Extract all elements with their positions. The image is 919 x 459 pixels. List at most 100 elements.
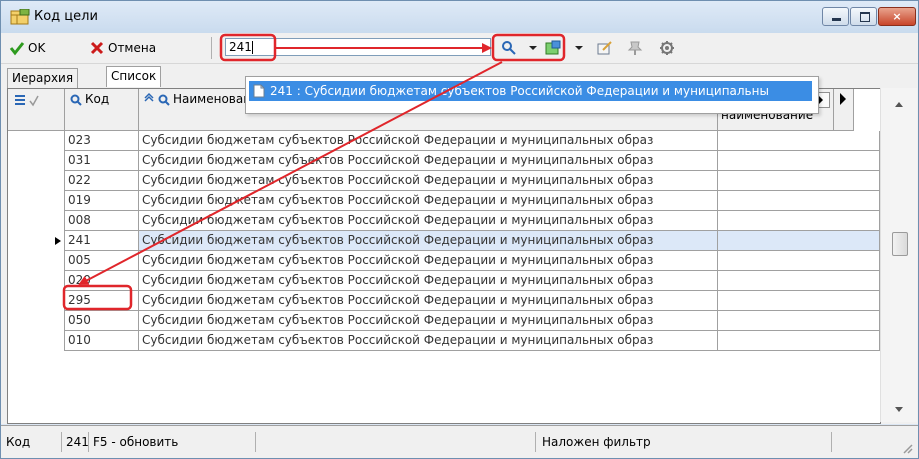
cell-code[interactable]: 022 (65, 171, 139, 191)
cell-name[interactable]: Субсидии бюджетам субъектов Российской Ф… (139, 311, 718, 331)
gear-icon[interactable] (659, 40, 675, 56)
cell-code[interactable]: 050 (65, 311, 139, 331)
column-scroll-right[interactable] (834, 89, 854, 131)
cell-short-name[interactable] (718, 311, 880, 331)
table-row[interactable]: 023 Субсидии бюджетам субъектов Российско… (8, 131, 880, 151)
status-hint: F5 - обновить (93, 435, 179, 449)
scroll-down-icon[interactable] (894, 406, 904, 414)
cancel-button[interactable]: Отмена (89, 38, 156, 58)
pin-icon[interactable] (627, 40, 643, 56)
arrow-right-icon (840, 93, 846, 105)
close-icon: × (892, 10, 902, 23)
cancel-label: Отмена (108, 41, 157, 55)
tab-list[interactable]: Список (106, 66, 162, 87)
row-indicator[interactable] (8, 331, 65, 351)
column-header-code[interactable]: Код (65, 89, 139, 131)
cell-name[interactable]: Субсидии бюджетам субъектов Российской Ф… (139, 331, 718, 351)
cell-name[interactable]: Субсидии бюджетам субъектов Российской Ф… (139, 231, 718, 251)
table-row[interactable]: 008 Субсидии бюджетам субъектов Российско… (8, 211, 880, 231)
cell-code[interactable]: 020 (65, 271, 139, 291)
grid-area: Код Наименование Краткое наименование 02… (1, 88, 918, 424)
ok-label: OK (28, 41, 46, 55)
cell-short-name[interactable] (718, 331, 880, 351)
chevron-down-icon[interactable] (527, 40, 539, 56)
status-field: Код (6, 435, 31, 449)
cell-code[interactable]: 031 (65, 151, 139, 171)
cell-short-name[interactable] (718, 231, 880, 251)
search-suggestions-dropdown: 241 : Субсидии бюджетам субъектов Россий… (245, 76, 819, 114)
row-indicator[interactable] (8, 311, 65, 331)
cell-name[interactable]: Субсидии бюджетам субъектов Российской Ф… (139, 131, 718, 151)
cell-short-name[interactable] (718, 151, 880, 171)
cell-name[interactable]: Субсидии бюджетам субъектов Российской Ф… (139, 151, 718, 171)
table-row[interactable]: 022 Субсидии бюджетам субъектов Российско… (8, 171, 880, 191)
vertical-scrollbar[interactable] (880, 88, 917, 422)
maximize-icon (860, 12, 870, 22)
cell-code[interactable]: 295 (65, 291, 139, 311)
row-indicator[interactable] (8, 131, 65, 151)
cell-short-name[interactable] (718, 251, 880, 271)
row-indicator[interactable] (8, 171, 65, 191)
row-indicator[interactable] (8, 211, 65, 231)
row-indicator[interactable] (8, 191, 65, 211)
tab-hierarchy[interactable]: Иерархия (7, 68, 79, 88)
row-indicator[interactable] (8, 251, 65, 271)
cell-code[interactable]: 008 (65, 211, 139, 231)
close-button[interactable]: × (878, 7, 916, 26)
edit-icon[interactable] (597, 40, 613, 56)
filter-icon[interactable] (545, 40, 561, 56)
scroll-up-icon[interactable] (894, 100, 904, 108)
cell-code[interactable]: 010 (65, 331, 139, 351)
cell-short-name[interactable] (718, 171, 880, 191)
row-indicator[interactable] (8, 151, 65, 171)
data-grid: Код Наименование Краткое наименование 02… (7, 88, 881, 424)
current-row-icon (55, 237, 61, 245)
minimize-icon (832, 18, 841, 21)
checkmark-icon (9, 42, 25, 56)
cell-code[interactable]: 023 (65, 131, 139, 151)
sort-asc-icon (144, 92, 154, 102)
cross-icon (90, 41, 104, 55)
cell-name[interactable]: Субсидии бюджетам субъектов Российской Ф… (139, 271, 718, 291)
indicator-header[interactable] (8, 89, 65, 131)
document-icon (253, 84, 265, 98)
table-row[interactable]: 241 Субсидии бюджетам субъектов Российско… (8, 231, 880, 251)
column-select-icon (15, 95, 39, 107)
table-row[interactable]: 050 Субсидии бюджетам субъектов Российско… (8, 311, 880, 331)
main-window: Код цели × OK Отмена 241 Иерархия Список (0, 0, 919, 459)
scroll-thumb[interactable] (892, 232, 908, 256)
search-icon[interactable] (501, 40, 517, 56)
cell-name[interactable]: Субсидии бюджетам субъектов Российской Ф… (139, 291, 718, 311)
table-row[interactable]: 010 Субсидии бюджетам субъектов Российско… (8, 331, 880, 351)
table-row[interactable]: 295 Субсидии бюджетам субъектов Российско… (8, 291, 880, 311)
search-input[interactable]: 241 (225, 38, 491, 56)
search-input-value: 241 (229, 40, 252, 54)
chevron-down-icon[interactable] (573, 40, 585, 56)
cell-code[interactable]: 241 (65, 231, 139, 251)
suggestion-item[interactable]: 241 : Субсидии бюджетам субъектов Россий… (249, 81, 812, 101)
cell-code[interactable]: 019 (65, 191, 139, 211)
resize-grip-icon[interactable] (901, 442, 913, 454)
cell-name[interactable]: Субсидии бюджетам субъектов Российской Ф… (139, 171, 718, 191)
row-indicator[interactable] (8, 271, 65, 291)
toolbar-separator (211, 37, 212, 59)
status-filter: Наложен фильтр (542, 435, 651, 449)
table-row[interactable]: 031 Субсидии бюджетам субъектов Российско… (8, 151, 880, 171)
ok-button[interactable]: OK (9, 38, 45, 58)
row-indicator[interactable] (8, 291, 65, 311)
table-row[interactable]: 020 Субсидии бюджетам субъектов Российско… (8, 271, 880, 291)
cell-short-name[interactable] (718, 191, 880, 211)
row-indicator[interactable] (8, 231, 65, 251)
table-row[interactable]: 019 Субсидии бюджетам субъектов Российско… (8, 191, 880, 211)
cell-short-name[interactable] (718, 291, 880, 311)
cell-name[interactable]: Субсидии бюджетам субъектов Российской Ф… (139, 211, 718, 231)
cell-short-name[interactable] (718, 211, 880, 231)
minimize-button[interactable] (822, 7, 849, 26)
cell-short-name[interactable] (718, 131, 880, 151)
table-row[interactable]: 005 Субсидии бюджетам субъектов Российско… (8, 251, 880, 271)
cell-name[interactable]: Субсидии бюджетам субъектов Российской Ф… (139, 191, 718, 211)
cell-code[interactable]: 005 (65, 251, 139, 271)
maximize-button[interactable] (850, 7, 877, 26)
cell-short-name[interactable] (718, 271, 880, 291)
cell-name[interactable]: Субсидии бюджетам субъектов Российской Ф… (139, 251, 718, 271)
